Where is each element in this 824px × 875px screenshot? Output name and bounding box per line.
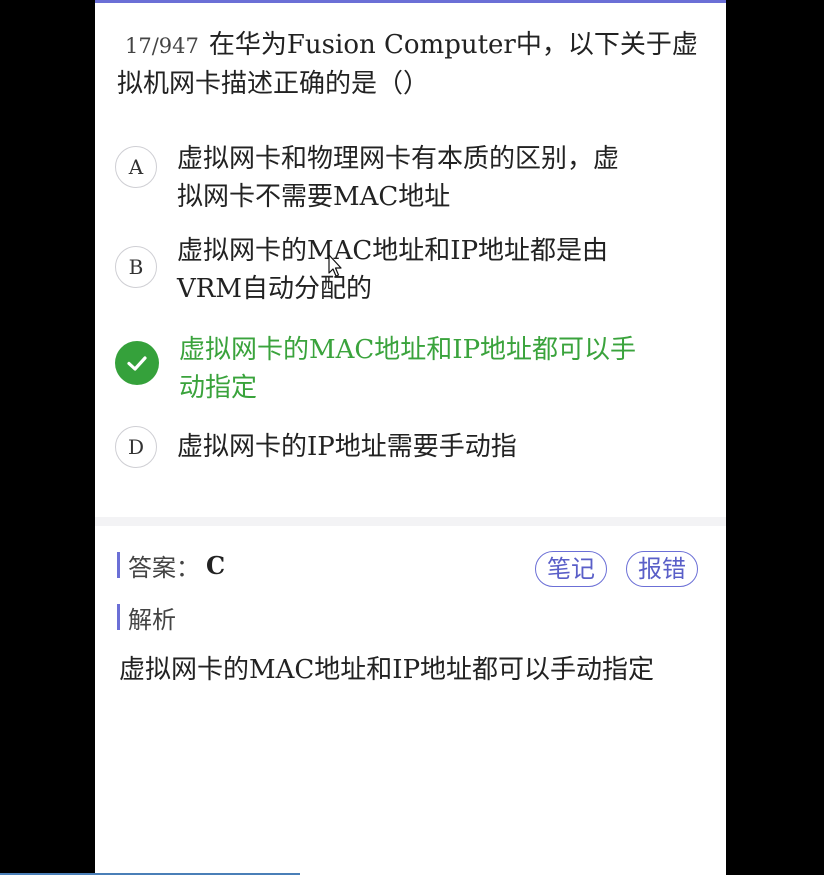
- answer-row: 答案： C: [117, 549, 226, 582]
- option-d-letter: D: [115, 426, 157, 468]
- option-c-text: 虚拟网卡的MAC地址和IP地址都可以手动指定: [179, 335, 637, 403]
- option-a-text: 虚拟网卡和物理网卡有本质的区别，虚拟网卡不需要MAC地址: [177, 144, 620, 212]
- answer-value: C: [206, 550, 226, 580]
- question-text: 在华为Fusion Computer中，以下关于虚拟机网卡描述正确的是（）: [117, 30, 698, 99]
- option-b-text: 虚拟网卡的MAC地址和IP地址都是由VRM自动分配的: [177, 236, 609, 304]
- option-b-letter: B: [115, 246, 157, 288]
- quiz-panel: 17/947 在华为Fusion Computer中，以下关于虚拟机网卡描述正确的…: [95, 0, 726, 875]
- option-a-letter: A: [115, 146, 157, 188]
- analysis-header: 解析: [117, 600, 176, 634]
- option-d-text: 虚拟网卡的IP地址需要手动指: [177, 432, 517, 462]
- question-block: 17/947 在华为Fusion Computer中，以下关于虚拟机网卡描述正确的…: [117, 26, 707, 103]
- option-b[interactable]: B 虚拟网卡的MAC地址和IP地址都是由VRM自动分配的: [115, 236, 705, 308]
- check-icon: [115, 341, 159, 385]
- analysis-title: 解析: [128, 605, 176, 634]
- option-d[interactable]: D 虚拟网卡的IP地址需要手动指: [115, 426, 705, 468]
- notes-button[interactable]: 笔记: [535, 551, 607, 587]
- analysis-text: 虚拟网卡的MAC地址和IP地址都可以手动指定: [119, 655, 655, 685]
- option-a[interactable]: A 虚拟网卡和物理网卡有本质的区别，虚拟网卡不需要MAC地址: [115, 144, 705, 216]
- answer-label: 答案：: [128, 553, 200, 582]
- mouse-cursor-icon: [328, 254, 342, 277]
- section-divider: [95, 517, 726, 526]
- report-error-button[interactable]: 报错: [626, 551, 698, 587]
- screen-background: 17/947 在华为Fusion Computer中，以下关于虚拟机网卡描述正确的…: [0, 0, 824, 875]
- option-c[interactable]: 虚拟网卡的MAC地址和IP地址都可以手动指定: [115, 335, 705, 407]
- answer-marker: [117, 552, 120, 578]
- question-counter: 17/947: [125, 34, 199, 58]
- top-accent-bar: [95, 0, 726, 3]
- analysis-marker: [117, 604, 120, 630]
